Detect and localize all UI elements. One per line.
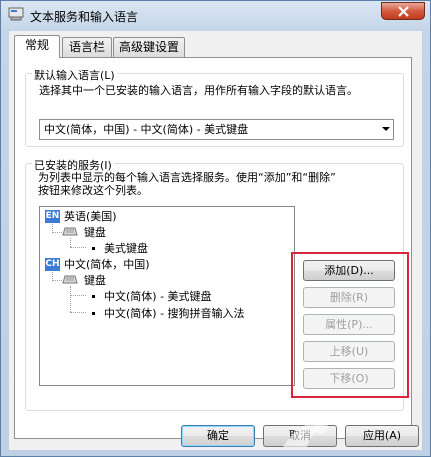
tree-item-ch-keyboard[interactable]: 键盘 bbox=[84, 274, 106, 287]
watermark-logo-icon bbox=[283, 420, 328, 447]
chevron-down-icon bbox=[382, 127, 390, 131]
tree-item-english-us[interactable]: 英语(美国) bbox=[64, 210, 117, 223]
close-icon bbox=[398, 6, 409, 17]
tab-general[interactable]: 常规 bbox=[14, 35, 60, 58]
tree-item-chinese-simplified[interactable]: 中文(简体，中国) bbox=[64, 258, 150, 271]
tree-connector bbox=[70, 247, 86, 248]
installed-services-description-1: 为列表中显示的每个输入语言选择服务。使用“添加”和“删除” bbox=[38, 171, 336, 184]
title-bar[interactable]: 文本服务和输入语言 bbox=[1, 1, 430, 29]
installed-services-tree[interactable]: EN 英语(美国) 键盘 美式键盘 CH 中文(简体，中国) 键盘 中文(简体)… bbox=[39, 206, 295, 386]
keyboard-icon bbox=[62, 275, 78, 284]
highlight-annotation-box bbox=[291, 252, 409, 398]
keyboard-icon bbox=[62, 227, 78, 236]
window-title: 文本服务和输入语言 bbox=[30, 10, 139, 24]
bullet-icon bbox=[92, 247, 95, 250]
ch-language-badge-icon: CH bbox=[45, 258, 60, 271]
tree-connector bbox=[70, 295, 86, 296]
tree-item-en-keyboard[interactable]: 键盘 bbox=[84, 226, 106, 239]
tree-connector bbox=[52, 280, 62, 281]
dialog-window: 文本服务和输入语言 常规 语言栏 高级键设置 默认输入语言(L) 选择其中一个已… bbox=[0, 0, 431, 457]
default-language-label: 默认输入语言(L) bbox=[32, 67, 117, 83]
bullet-icon bbox=[92, 312, 95, 315]
default-language-selected: 中文(简体，中国) - 中文(简体) - 美式键盘 bbox=[44, 123, 249, 136]
tab-language-bar[interactable]: 语言栏 bbox=[62, 37, 112, 57]
en-language-badge-icon: EN bbox=[45, 210, 60, 223]
tab-advanced-key-settings[interactable]: 高级键设置 bbox=[113, 37, 185, 57]
tree-connector bbox=[70, 312, 86, 313]
tree-connector bbox=[52, 232, 62, 233]
text-services-icon bbox=[8, 7, 24, 21]
default-language-select[interactable]: 中文(简体，中国) - 中文(简体) - 美式键盘 bbox=[39, 119, 394, 140]
tree-item-ch-sogou-pinyin[interactable]: 中文(简体) - 搜狗拼音输入法 bbox=[104, 307, 245, 320]
tree-connector bbox=[70, 238, 71, 247]
installed-services-description-2: 按钮来修改这个列表。 bbox=[38, 184, 148, 197]
bullet-icon bbox=[92, 295, 95, 298]
tree-item-en-us-keyboard[interactable]: 美式键盘 bbox=[104, 242, 148, 255]
tree-connector bbox=[70, 286, 71, 312]
ok-button[interactable]: 确定 bbox=[181, 425, 255, 447]
default-language-description: 选择其中一个已安装的输入语言，用作所有输入字段的默认语言。 bbox=[39, 84, 358, 97]
tree-item-ch-us-keyboard[interactable]: 中文(简体) - 美式键盘 bbox=[104, 290, 212, 303]
close-button[interactable] bbox=[381, 2, 425, 20]
